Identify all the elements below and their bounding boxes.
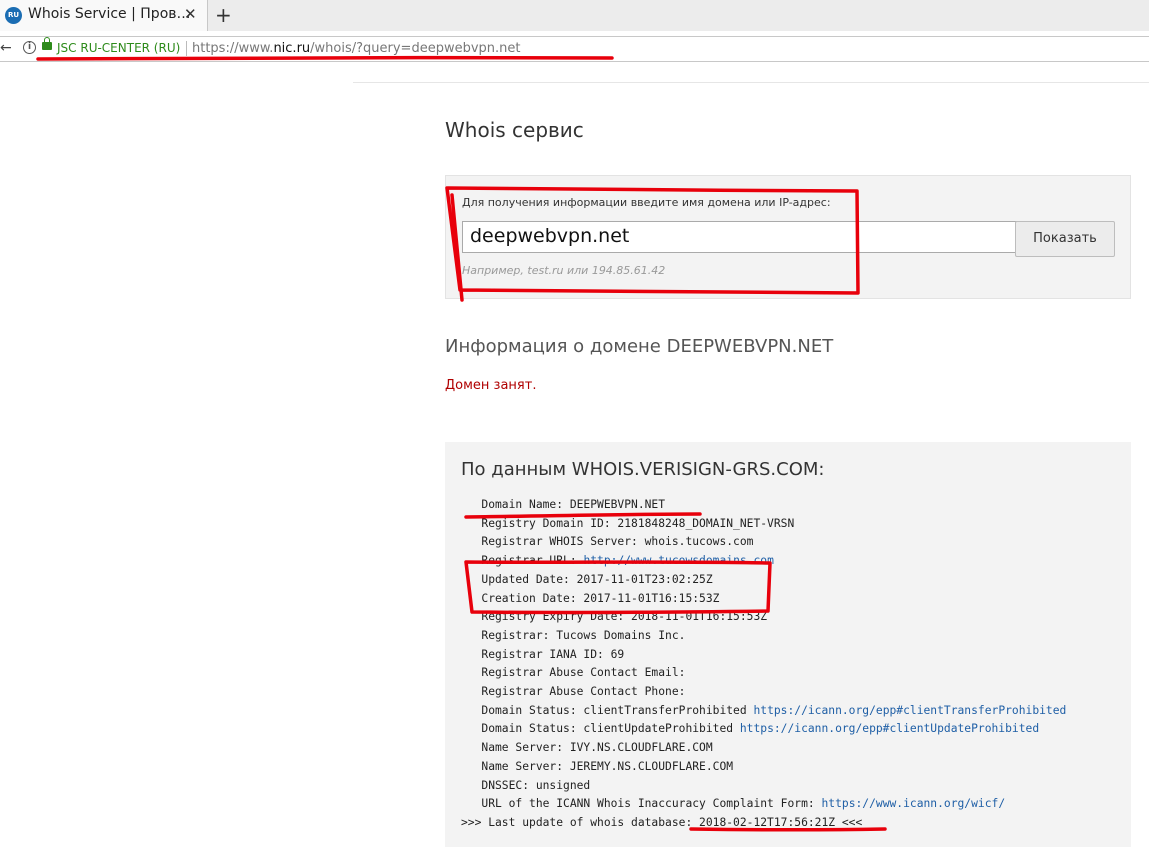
whois-line: >>> Last update of whois database: 2018-… bbox=[461, 814, 1066, 833]
whois-line: Registrar: Tucows Domains Inc. bbox=[461, 627, 1066, 646]
certificate-owner[interactable]: JSC RU-CENTER (RU) bbox=[57, 41, 180, 55]
whois-line-text: >>> Last update of whois database: 2018-… bbox=[461, 815, 863, 829]
whois-line-text: Updated Date: 2017-11-01T23:02:25Z bbox=[461, 572, 713, 586]
tab-bar: RU Whois Service | Пров… ✕ + bbox=[0, 0, 1149, 31]
whois-line-text: Name Server: JEREMY.NS.CLOUDFLARE.COM bbox=[461, 759, 734, 773]
whois-line-text: Registrar URL: bbox=[461, 554, 584, 568]
domain-search-input[interactable]: deepwebvpn.net bbox=[462, 221, 1019, 253]
whois-line: Registrar URL: http://www.tucowsdomains.… bbox=[461, 552, 1066, 571]
whois-link[interactable]: http://www.tucowsdomains.com bbox=[583, 554, 773, 567]
search-hint: Например, test.ru или 194.85.61.42 bbox=[462, 264, 666, 277]
whois-line-text: Registrar Abuse Contact Phone: bbox=[461, 685, 686, 699]
whois-line: DNSSEC: unsigned bbox=[461, 777, 1066, 796]
whois-line: Registry Expiry Date: 2018-11-01T16:15:5… bbox=[461, 608, 1066, 627]
whois-line: URL of the ICANN Whois Inaccuracy Compla… bbox=[461, 795, 1066, 814]
page-title: Whois сервис bbox=[445, 118, 584, 142]
whois-record: Domain Name: DEEPWEBVPN.NET Registry Dom… bbox=[461, 496, 1066, 833]
whois-line: Domain Name: DEEPWEBVPN.NET bbox=[461, 496, 1066, 515]
show-button[interactable]: Показать bbox=[1015, 221, 1115, 257]
whois-search-form: Для получения информации введите имя дом… bbox=[445, 175, 1131, 299]
whois-line-text: Registrar: Tucows Domains Inc. bbox=[461, 628, 686, 642]
whois-line: Name Server: JEREMY.NS.CLOUDFLARE.COM bbox=[461, 758, 1066, 777]
domain-status-message: Домен занят. bbox=[445, 378, 537, 393]
whois-line-text: Creation Date: 2017-11-01T16:15:53Z bbox=[461, 591, 720, 605]
search-label: Для получения информации введите имя дом… bbox=[462, 196, 831, 209]
whois-line-text: Domain Status: clientTransferProhibited bbox=[461, 703, 754, 717]
whois-line: Registrar Abuse Contact Email: bbox=[461, 664, 1066, 683]
tab-title: Whois Service | Пров… bbox=[28, 6, 191, 22]
whois-link[interactable]: https://www.icann.org/wicf/ bbox=[821, 797, 1005, 810]
close-tab-icon[interactable]: ✕ bbox=[184, 5, 197, 23]
whois-line-text: Name Server: IVY.NS.CLOUDFLARE.COM bbox=[461, 741, 713, 755]
whois-link[interactable]: https://icann.org/epp#clientUpdateProhib… bbox=[740, 722, 1039, 735]
whois-line: Registrar WHOIS Server: whois.tucows.com bbox=[461, 533, 1066, 552]
whois-line-text: URL of the ICANN Whois Inaccuracy Compla… bbox=[461, 797, 822, 811]
whois-line: Updated Date: 2017-11-01T23:02:25Z bbox=[461, 571, 1066, 590]
whois-line-text: Domain Name: DEEPWEBVPN.NET bbox=[461, 498, 666, 511]
whois-line: Domain Status: clientUpdateProhibited ht… bbox=[461, 720, 1066, 739]
whois-result: По данным WHOIS.VERISIGN-GRS.COM: Domain… bbox=[445, 442, 1131, 847]
urlbar-separator bbox=[186, 41, 187, 56]
back-arrow-icon[interactable]: ← bbox=[0, 40, 12, 56]
new-tab-button[interactable]: + bbox=[215, 3, 232, 27]
whois-line-text: Registry Expiry Date: 2018-11-01T16:15:5… bbox=[461, 610, 768, 624]
lock-icon[interactable] bbox=[42, 37, 52, 50]
whois-line-text: Domain Status: clientUpdateProhibited bbox=[461, 722, 740, 736]
whois-line: Creation Date: 2017-11-01T16:15:53Z bbox=[461, 590, 1066, 609]
whois-source-heading: По данным WHOIS.VERISIGN-GRS.COM: bbox=[461, 459, 825, 480]
whois-line: Registry Domain ID: 2181848248_DOMAIN_NE… bbox=[461, 515, 1066, 534]
whois-line: Name Server: IVY.NS.CLOUDFLARE.COM bbox=[461, 739, 1066, 758]
whois-line-text: DNSSEC: unsigned bbox=[461, 778, 591, 792]
whois-line-text: Registrar WHOIS Server: whois.tucows.com bbox=[461, 535, 754, 549]
header-divider bbox=[353, 82, 1149, 83]
whois-line: Registrar Abuse Contact Phone: bbox=[461, 683, 1066, 702]
domain-info-heading: Информация о домене DEEPWEBVPN.NET bbox=[445, 336, 834, 357]
whois-line-text: Registrar IANA ID: 69 bbox=[461, 647, 625, 661]
site-favicon-icon: RU bbox=[5, 7, 22, 24]
whois-line-text: Registrar Abuse Contact Email: bbox=[461, 666, 686, 680]
whois-line: Registrar IANA ID: 69 bbox=[461, 646, 1066, 665]
whois-line: Domain Status: clientTransferProhibited … bbox=[461, 702, 1066, 721]
whois-link[interactable]: https://icann.org/epp#clientTransferProh… bbox=[753, 704, 1066, 717]
info-icon[interactable]: i bbox=[23, 41, 36, 54]
browser-tab[interactable]: RU Whois Service | Пров… ✕ bbox=[0, 0, 208, 31]
whois-line-text: Registry Domain ID: 2181848248_DOMAIN_NE… bbox=[461, 516, 795, 530]
url-text[interactable]: https://www.nic.ru/whois/?query=deepwebv… bbox=[192, 41, 520, 56]
address-bar[interactable]: ← i JSC RU-CENTER (RU) https://www.nic.r… bbox=[0, 36, 1149, 62]
